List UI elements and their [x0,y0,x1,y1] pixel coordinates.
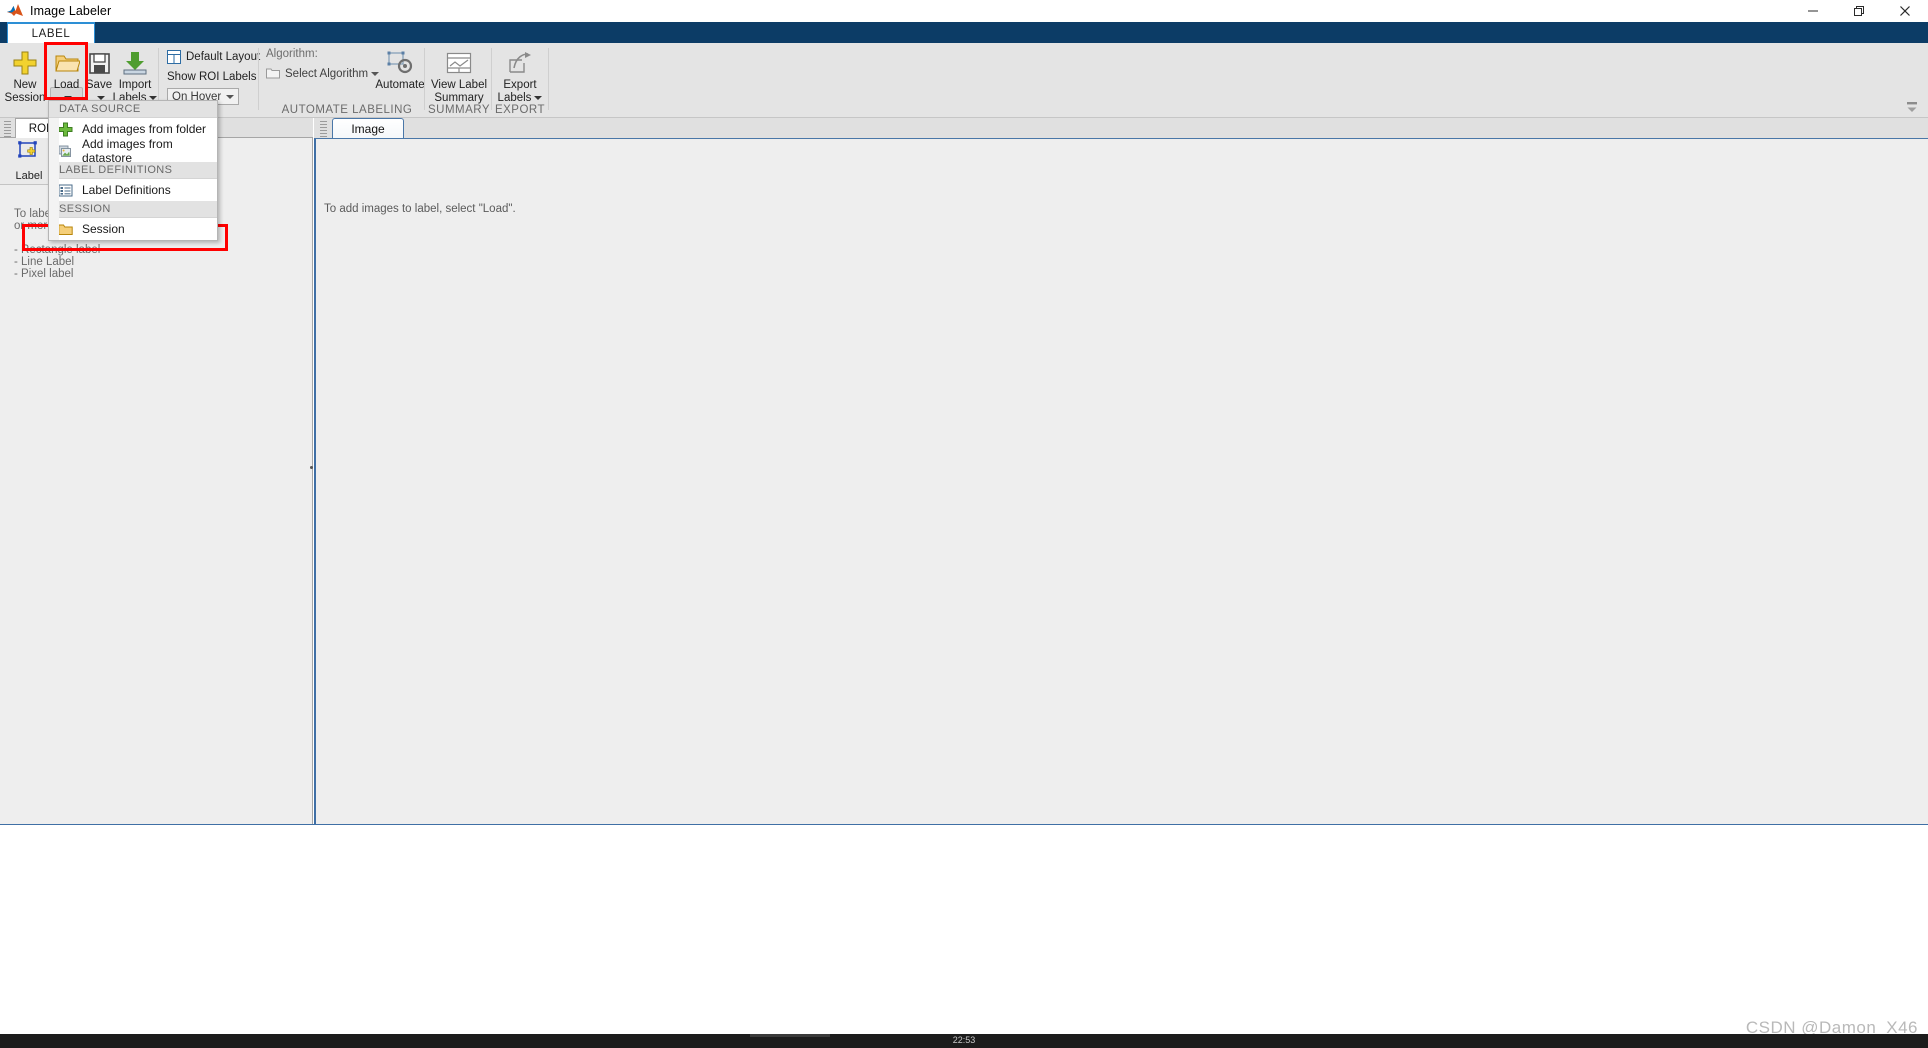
help-bullet-0: - Rectangle label [14,244,101,256]
save-button[interactable]: Save [84,47,114,100]
collapse-ribbon-icon[interactable] [1904,101,1920,115]
main-panel-grip-icon[interactable] [320,121,327,137]
roi-rect-label-icon [16,140,42,169]
grid-layout-icon [167,50,181,64]
load-dropdown-menu[interactable]: DATA SOURCE Add images from folder Add i… [48,100,218,241]
datastore-icon [57,143,73,159]
export-labels-line1: Export [503,79,537,91]
roi-label-tool-caption: Label [15,170,43,182]
load-button-label: Load [53,79,80,91]
new-session-line2: Session [4,92,46,104]
taskbar-item[interactable] [750,1034,830,1037]
menu-item-label: Add images from datastore [82,137,173,165]
minimize-button[interactable] [1790,0,1836,22]
folder-icon [57,221,73,237]
menu-item-label: Label Definitions [82,183,171,197]
menu-header-session: SESSION [49,201,217,218]
tab-roi-label: ROI [28,123,50,135]
image-canvas[interactable]: To add images to label, select "Load". [314,138,1928,825]
algorithm-label: Algorithm: [266,48,318,60]
export-arrow-icon [507,47,533,79]
taskbar-clock: 22:53 [952,1035,976,1045]
select-algorithm-label: Select Algorithm [285,68,369,80]
view-label-summary-line1: View Label [430,79,488,91]
plus-icon [12,47,38,79]
menu-header-data-source: DATA SOURCE [49,101,217,118]
group-divider [424,48,425,110]
maximize-button[interactable] [1836,0,1882,22]
tab-image[interactable]: Image [332,118,404,139]
menu-item-add-images-from-datastore[interactable]: Add images from datastore [49,137,217,165]
new-session-button[interactable]: New Session [4,47,46,105]
automate-gear-icon [386,47,414,79]
main-area: Image To add images to label, select "Lo… [314,118,1928,825]
panel-splitter-handle[interactable] [310,466,313,469]
list-definitions-icon [57,182,73,198]
group-divider [548,48,549,110]
close-button[interactable] [1882,0,1928,22]
menu-item-label: Session [82,222,125,236]
chevron-down-icon[interactable] [534,95,543,100]
menu-item-session[interactable]: Session [49,218,217,240]
canvas-hint-text: To add images to label, select "Load". [324,203,516,215]
summary-group-title: SUMMARY [428,104,491,116]
default-layout-label: Default Layout [186,51,261,63]
view-label-summary-button[interactable]: View Label Summary [431,47,487,105]
ribbon-group-export: Export Labels EXPORT [494,43,546,118]
summary-table-icon [446,47,472,79]
group-divider [258,48,259,110]
tab-label-text: LABEL [31,27,71,40]
load-button[interactable]: Load [50,47,83,100]
panel-grip-icon[interactable] [4,121,11,137]
select-algorithm-button[interactable]: Select Algorithm [266,67,380,81]
main-tabbar: Image [314,118,1928,139]
import-labels-line1: Import [118,79,152,91]
automate-label: Automate [375,79,425,91]
ribbon: New Session Load Save Import Labels Defa… [0,43,1928,147]
folder-open-icon [54,47,80,79]
show-roi-labels-label: Show ROI Labels [167,71,257,83]
folder-blank-icon [266,67,280,81]
menu-item-label: Add images from folder [82,122,207,136]
default-layout-button[interactable]: Default Layout [167,50,260,64]
export-labels-button[interactable]: Export Labels [496,47,544,105]
chevron-down-icon [226,94,234,99]
bottom-strip [0,825,1928,1023]
group-divider [491,48,492,110]
save-button-label: Save [85,79,113,91]
automate-button[interactable]: Automate [372,47,428,92]
ribbon-group-summary: View Label Summary SUMMARY [428,43,490,118]
ribbon-tab-strip: LABEL [0,22,1928,62]
automate-group-title: AUTOMATE LABELING [281,104,413,116]
taskbar: 22:53 [0,1034,1928,1048]
matlab-icon [6,3,24,19]
help-bullet-2: - Pixel label [14,268,74,280]
title-bar: Image Labeler [0,0,1928,22]
export-group-title: EXPORT [494,104,546,116]
menu-item-label-definitions[interactable]: Label Definitions [49,179,217,201]
download-arrow-icon [122,47,148,79]
add-plus-icon [57,121,73,137]
new-session-line1: New [13,79,37,91]
floppy-save-icon [88,47,111,79]
help-bullet-1: - Line Label [14,256,75,268]
export-labels-line2-text: Labels [497,92,532,104]
window-title: Image Labeler [30,4,112,18]
tab-image-label: Image [351,122,385,136]
ribbon-group-automate: Algorithm: Select Algorithm Automate AUT… [262,43,432,118]
tab-label[interactable]: LABEL [7,22,95,43]
show-roi-labels-text: Show ROI Labels [167,71,257,83]
import-labels-button[interactable]: Import Labels [113,47,158,105]
